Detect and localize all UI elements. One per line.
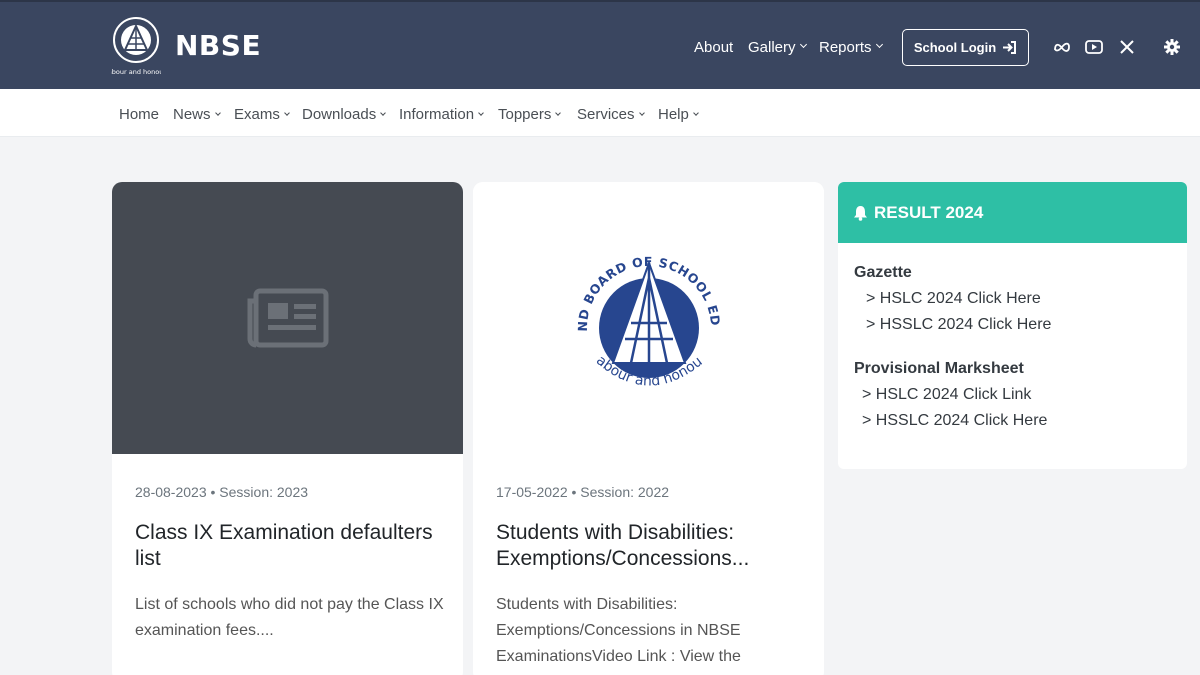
nbse-logo[interactable]: labour and honour (111, 16, 161, 78)
chevron-down-icon (555, 109, 562, 116)
nav-about[interactable]: About (694, 39, 733, 56)
marksheet-hsslc-link[interactable]: > HSSLC 2024 Click Here (862, 412, 1047, 430)
school-login-button[interactable]: School Login (902, 29, 1029, 66)
nav-reports[interactable]: Reports (819, 39, 883, 56)
marksheet-hslc-link[interactable]: > HSLC 2024 Click Link (862, 386, 1031, 404)
menu-help[interactable]: Help (658, 106, 699, 123)
menu-news[interactable]: News (173, 106, 221, 123)
menu-downloads[interactable]: Downloads (302, 106, 387, 123)
card-description: List of schools who did not pay the Clas… (135, 596, 444, 639)
gazette-hslc-link[interactable]: > HSLC 2024 Click Here (866, 290, 1041, 308)
nbse-emblem: NAGALAND BOARD OF SCHOOL EDUCATION labou… (569, 223, 723, 390)
chevron-down-icon (380, 109, 387, 116)
card-image: NAGALAND BOARD OF SCHOOL EDUCATION labou… (473, 182, 824, 454)
menu-toppers[interactable]: Toppers (498, 106, 562, 123)
menu-downloads-label: Downloads (302, 106, 377, 123)
card-image-placeholder (112, 182, 463, 454)
menu-services-label: Services (577, 106, 635, 123)
menu-home[interactable]: Home (119, 106, 159, 123)
menu-information[interactable]: Information (399, 106, 484, 123)
brand-name[interactable]: NBSE (175, 29, 261, 62)
meta-icon[interactable] (1052, 37, 1072, 57)
menu-home-label: Home (119, 106, 160, 123)
gazette-hsslc-link[interactable]: > HSSLC 2024 Click Here (866, 316, 1051, 334)
result-panel: RESULT 2024 Gazette > HSLC 2024 Click He… (838, 182, 1187, 469)
logo-caption: labour and honour (111, 68, 161, 76)
newspaper-placeholder-icon (247, 288, 328, 348)
menu-help-label: Help (658, 106, 689, 123)
card-description: Students with Disabilities: Exemptions/C… (496, 596, 741, 665)
result-header: RESULT 2024 (838, 182, 1187, 243)
card-meta: 28-08-2023 • Session: 2023 (135, 484, 309, 500)
menu-exams-label: Exams (234, 106, 280, 123)
chevron-down-icon (478, 109, 484, 116)
card-title[interactable]: Class IX Examination defaulters list (135, 520, 445, 572)
menu-toppers-label: Toppers (498, 106, 552, 123)
result-title: RESULT 2024 (874, 202, 984, 222)
nav-gallery[interactable]: Gallery (748, 39, 807, 56)
marksheet-heading: Provisional Marksheet (854, 360, 1024, 377)
chevron-down-icon (875, 40, 883, 49)
card-meta: 17-05-2022 • Session: 2022 (496, 484, 670, 500)
site-header: labour and honour NBSE About Gallery Rep… (0, 0, 1200, 89)
bell-icon (854, 205, 867, 221)
chevron-down-icon (638, 109, 645, 116)
card-title[interactable]: Students with Disabilities: Exemptions/C… (496, 520, 806, 572)
chevron-down-icon (284, 109, 290, 116)
nav-gallery-label: Gallery (748, 39, 796, 56)
menu-services[interactable]: Services (577, 106, 645, 123)
news-card[interactable]: 28-08-2023 • Session: 2023 Class IX Exam… (112, 182, 463, 675)
nav-about-label: About (694, 39, 734, 56)
main-menu: Home News Exams Downloads Information To… (0, 89, 1200, 137)
school-login-label: School Login (913, 40, 997, 55)
x-twitter-icon[interactable] (1117, 37, 1137, 57)
login-arrow-icon (1003, 41, 1017, 54)
youtube-icon[interactable] (1084, 37, 1104, 57)
chevron-down-icon (693, 109, 699, 116)
menu-news-label: News (173, 106, 211, 123)
menu-information-label: Information (399, 106, 475, 123)
gazette-heading: Gazette (854, 264, 912, 281)
news-card[interactable]: NAGALAND BOARD OF SCHOOL EDUCATION labou… (473, 182, 824, 675)
chevron-down-icon (799, 40, 807, 49)
nav-reports-label: Reports (819, 39, 872, 56)
menu-exams[interactable]: Exams (234, 106, 290, 123)
settings-gear-icon[interactable] (1162, 37, 1182, 57)
chevron-down-icon (214, 109, 221, 116)
